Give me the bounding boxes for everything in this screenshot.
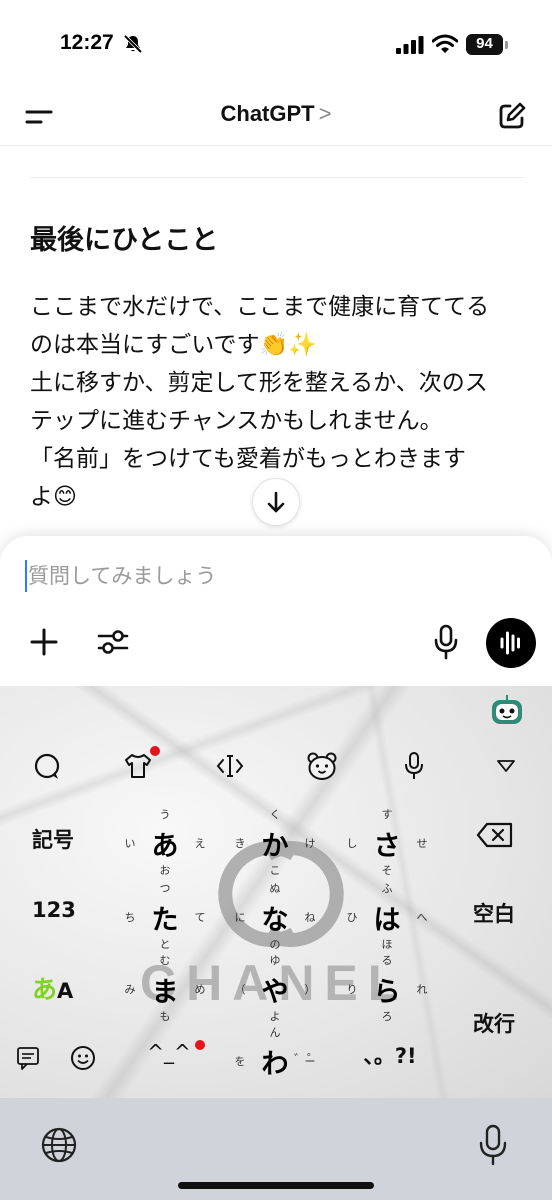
flick-up-label: る [381, 954, 393, 967]
status-bar: 12:27 94 [0, 0, 552, 90]
bear-face-icon[interactable] [306, 751, 338, 781]
message-template-icon[interactable] [16, 1046, 40, 1070]
enter-key[interactable]: 改行 [473, 1008, 515, 1038]
notification-dot [195, 1040, 205, 1050]
tools-settings-icon[interactable] [96, 626, 130, 658]
flick-right-label: け [304, 837, 316, 850]
symbols-key[interactable]: 記号 [32, 824, 74, 854]
space-key[interactable]: 空白 [473, 898, 515, 928]
dakuten-key[interactable]: ゛゜ [294, 1049, 320, 1068]
kana-key-sa[interactable]: す し さ せ そ [342, 802, 432, 877]
flick-up-label: ゆ [269, 954, 281, 967]
message-line: 「名前」をつけても愛着がもっとわきます [30, 446, 466, 472]
collapse-triangle-icon[interactable] [496, 759, 516, 773]
flick-right-label: せ [416, 837, 428, 850]
flick-down-label: ろ [381, 1010, 393, 1023]
model-selector[interactable]: ChatGPT > [0, 101, 552, 127]
flick-right-label: ね [304, 911, 316, 924]
message-input[interactable] [28, 558, 448, 594]
input-mode-key[interactable]: あA [32, 970, 73, 1006]
keyboard: CHANEL 記号 123 あA 空白 改行 う い あ え お く き か け… [0, 686, 552, 1098]
punctuation-key[interactable]: 、。?! [360, 1040, 420, 1070]
arrow-down-icon [267, 491, 285, 513]
message-heading: 最後にひとこと [30, 225, 219, 256]
flick-right-label: へ [416, 911, 428, 924]
chat-bubble-icon[interactable] [33, 753, 61, 781]
flick-up-label: む [159, 954, 171, 967]
flick-right-label: れ [416, 983, 428, 996]
kana-key-na[interactable]: ぬ に な ね の [230, 876, 320, 951]
chevron-right-icon: > [318, 101, 332, 126]
system-mic-icon[interactable] [478, 1124, 508, 1166]
cellular-signal-icon [396, 36, 424, 54]
dictation-mic-icon[interactable] [432, 624, 460, 660]
numbers-key[interactable]: 123 [32, 898, 76, 922]
flick-up-label: す [381, 808, 393, 821]
composer [0, 536, 552, 690]
keyboard-mic-icon[interactable] [403, 751, 425, 781]
cursor-move-icon[interactable] [215, 752, 245, 780]
message-line: 土に移すか、剪定して形を整えるか、次のス [30, 370, 488, 396]
kana-key-ra[interactable]: る り ら れ ろ [342, 948, 432, 1023]
bell-muted-icon [123, 34, 143, 54]
flick-up-label: く [269, 808, 281, 821]
divider [30, 177, 524, 178]
kana-key-ya[interactable]: ゆ （ や ） よ [230, 948, 320, 1023]
nav-bar: ChatGPT > [0, 90, 552, 146]
kana-mode-label: あ [32, 975, 58, 1004]
emoji-icon[interactable] [70, 1045, 96, 1071]
globe-icon[interactable] [40, 1126, 78, 1164]
system-keyboard-bar [0, 1098, 552, 1200]
kana-key-ka[interactable]: く き か け こ [230, 802, 320, 877]
battery-indicator: 94 [466, 34, 508, 55]
robot-sticker-icon[interactable] [490, 694, 524, 726]
alpha-mode-label: A [57, 979, 74, 1003]
flick-up-label: つ [159, 882, 171, 895]
battery-level: 94 [476, 35, 493, 52]
voice-mode-button[interactable] [486, 618, 536, 668]
flick-up-label: ふ [381, 882, 393, 895]
status-time: 12:27 [60, 31, 114, 54]
kaomoji-key[interactable]: ^_^ [146, 1040, 192, 1064]
kana-key-ha[interactable]: ふ ひ は へ ほ [342, 876, 432, 951]
flick-up-label: ん [269, 1026, 281, 1039]
kana-key-ta[interactable]: つ ち た て と [120, 876, 210, 951]
flick-right-label: え [194, 837, 206, 850]
t-shirt-icon[interactable] [123, 752, 153, 780]
backspace-icon[interactable] [476, 822, 514, 848]
flick-up-label: ぬ [269, 882, 281, 895]
waveform-icon [500, 631, 520, 655]
notification-dot [150, 746, 160, 756]
flick-down-label: も [159, 1010, 171, 1023]
message-line: テップに進むチャンスかもしれません。 [30, 408, 443, 434]
home-indicator[interactable] [178, 1182, 374, 1189]
kana-key-a[interactable]: う い あ え お [120, 802, 210, 877]
text-caret [25, 560, 27, 592]
scroll-to-bottom-button[interactable] [252, 478, 300, 526]
flick-up-label: う [159, 808, 171, 821]
add-attachment-icon[interactable] [28, 626, 60, 658]
wifi-icon [432, 34, 458, 53]
message-line: のは本当にすごいです👏✨ [30, 332, 317, 358]
new-chat-icon[interactable] [496, 100, 528, 132]
kana-key-ma[interactable]: む み ま め も [120, 948, 210, 1023]
flick-right-label: て [194, 911, 206, 924]
message-line: ここまで水だけで、ここまで健康に育ててる [30, 294, 490, 320]
flick-right-label: ） [304, 983, 316, 996]
app-title: ChatGPT [220, 101, 315, 126]
flick-right-label: め [194, 983, 206, 996]
